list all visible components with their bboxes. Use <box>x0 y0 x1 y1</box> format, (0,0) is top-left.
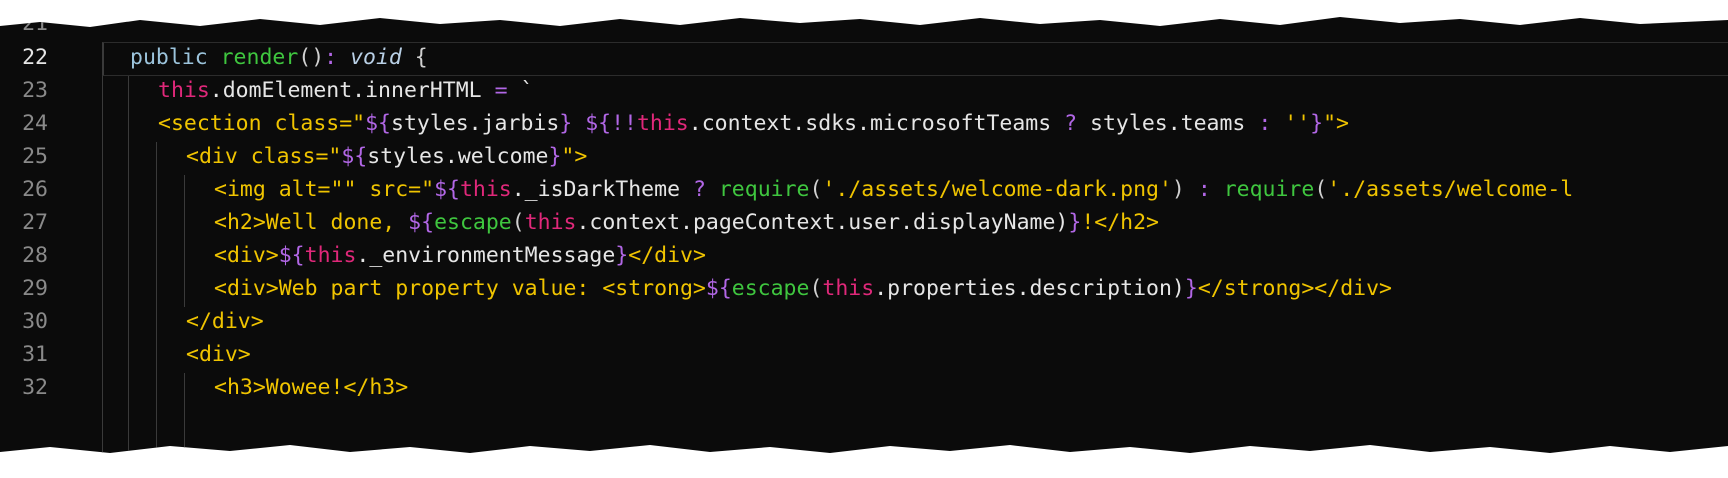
code-token: } <box>548 144 562 169</box>
code-token: .domElement.innerHTML <box>209 78 495 103</box>
line-number: 23 <box>22 78 48 103</box>
code-token: ? <box>692 177 706 202</box>
code-token: } <box>1310 111 1324 136</box>
code-line[interactable]: <div>${this._environmentMessage}</div> <box>214 238 706 274</box>
code-token: escape <box>731 276 810 301</box>
code-token: : <box>324 45 351 70</box>
code-line[interactable]: <div class="${styles.welcome}"> <box>186 139 587 175</box>
code-token: ( <box>809 177 823 202</box>
code-token: </div> <box>186 309 264 334</box>
code-token: this <box>524 210 577 235</box>
code-token: ? <box>1064 111 1078 136</box>
code-token: <div> <box>186 342 251 367</box>
code-token: this <box>636 111 689 136</box>
code-line[interactable]: this.domElement.innerHTML = ` <box>158 73 533 109</box>
code-line[interactable]: <div>Web part property value: <strong>${… <box>214 271 1392 307</box>
line-number: 30 <box>22 309 48 334</box>
code-token: ${ <box>585 111 612 136</box>
code-token: !! <box>611 111 637 136</box>
code-token: <div>Web part property value: <strong> <box>214 276 706 301</box>
code-token: escape <box>434 210 512 235</box>
code-token: ${ <box>434 177 460 202</box>
code-token: this <box>459 177 512 202</box>
code-token: <img alt="" src=" <box>214 177 435 202</box>
code-token: "> <box>561 144 588 169</box>
code-token: ( <box>1314 177 1328 202</box>
code-token: } <box>559 111 573 136</box>
code-token: './assets/welcome-l <box>1327 177 1574 202</box>
code-token: styles.jarbis <box>391 111 560 136</box>
line-number: 28 <box>22 243 48 268</box>
code-token: </strong></div> <box>1197 276 1392 301</box>
line-number: 24 <box>22 111 48 136</box>
code-token: public <box>130 45 221 70</box>
code-token: ${ <box>365 111 391 136</box>
code-area[interactable]: public render(): void { this.domElement.… <box>130 17 1728 453</box>
line-number: 32 <box>22 375 48 400</box>
line-number: 21 <box>22 11 48 36</box>
code-token: </div> <box>628 243 706 268</box>
code-line[interactable]: public render(): void { <box>130 40 428 76</box>
code-token: ) <box>1171 177 1198 202</box>
code-line[interactable]: </div> <box>186 304 264 340</box>
code-token: } <box>1184 276 1198 301</box>
code-line[interactable]: <img alt="" src="${this._isDarkTheme ? r… <box>214 172 1573 208</box>
code-token: : <box>1197 177 1211 202</box>
line-number: 25 <box>22 144 48 169</box>
code-line[interactable]: <h3>Wowee!</h3> <box>214 370 408 406</box>
code-token: this <box>158 78 210 103</box>
code-token: ${ <box>705 276 732 301</box>
code-token: void <box>350 45 402 70</box>
code-token: '' <box>1271 111 1311 136</box>
code-token: ${ <box>278 243 305 268</box>
code-token: this <box>822 276 875 301</box>
line-number-gutter: 21 22 23 24 25 26 27 28 29 30 31 32 <box>0 11 100 453</box>
code-token: } <box>615 243 629 268</box>
code-token: ( <box>511 210 525 235</box>
code-token: ${ <box>408 210 435 235</box>
code-token: styles.welcome <box>367 144 549 169</box>
code-token: <div class=" <box>186 144 342 169</box>
code-token: ._environmentMessage <box>356 243 616 268</box>
indent-guide <box>128 76 129 453</box>
code-line[interactable]: <div> <box>186 337 251 373</box>
code-token: .properties.description) <box>874 276 1185 301</box>
line-number: 29 <box>22 276 48 301</box>
indent-guide <box>102 76 103 453</box>
code-token: <h2>Well done, <box>214 210 409 235</box>
code-token: <section class=" <box>158 111 366 136</box>
code-token: ._isDarkTheme <box>511 177 693 202</box>
code-token: require <box>718 177 810 202</box>
code-token: ` <box>507 78 534 103</box>
code-line[interactable]: <h2>Well done, ${escape(this.context.pag… <box>214 205 1159 241</box>
line-number: 26 <box>22 177 48 202</box>
code-token: : <box>1258 111 1272 136</box>
code-token: } <box>1068 210 1082 235</box>
code-token: ( <box>809 276 823 301</box>
code-token: styles.teams <box>1077 111 1259 136</box>
code-token: .context.sdks.microsoftTeams <box>688 111 1065 136</box>
code-token: () <box>298 45 325 70</box>
line-number: 27 <box>22 210 48 235</box>
code-token: !</h2> <box>1081 210 1159 235</box>
code-token: './assets/welcome-dark.png' <box>822 177 1172 202</box>
code-token: .context.pageContext.user.displayName) <box>576 210 1069 235</box>
code-token: ${ <box>341 144 368 169</box>
code-token: require <box>1223 177 1315 202</box>
line-number: 31 <box>22 342 48 367</box>
code-line[interactable]: <section class="${styles.jarbis} ${!!thi… <box>158 106 1349 142</box>
code-editor[interactable]: 21 22 23 24 25 26 27 28 29 30 31 32 publ… <box>0 11 1728 453</box>
code-token: { <box>401 45 428 70</box>
code-token: <div> <box>214 243 279 268</box>
code-token: this <box>304 243 357 268</box>
code-token: = <box>494 78 508 103</box>
code-token: render <box>220 45 299 70</box>
code-token: <h3>Wowee!</h3> <box>214 375 409 400</box>
line-number-active: 22 <box>22 45 48 70</box>
code-token: "> <box>1323 111 1349 136</box>
